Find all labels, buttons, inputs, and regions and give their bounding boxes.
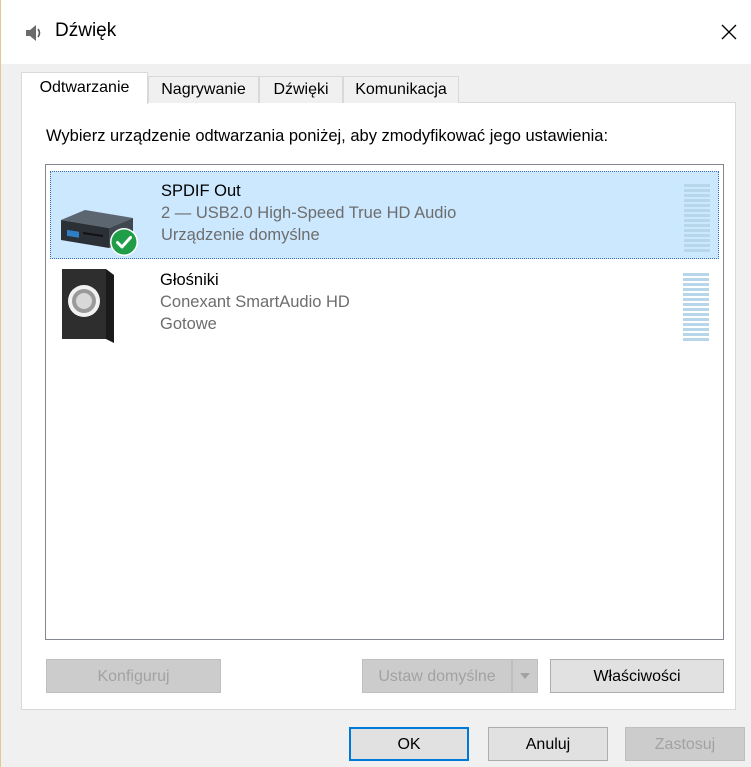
device-status: Gotowe bbox=[160, 315, 217, 333]
tab-communications[interactable]: Komunikacja bbox=[343, 76, 459, 103]
tab-recording[interactable]: Nagrywanie bbox=[148, 76, 259, 103]
volume-meter bbox=[683, 273, 709, 343]
device-name: Głośniki bbox=[160, 271, 219, 289]
apply-button[interactable]: Zastosuj bbox=[625, 727, 745, 761]
speakers-icon bbox=[58, 265, 140, 345]
device-name: SPDIF Out bbox=[161, 182, 241, 200]
device-description: 2 — USB2.0 High-Speed True HD Audio bbox=[161, 204, 457, 222]
speaker-icon bbox=[23, 22, 45, 44]
device-info: Głośniki Conexant SmartAudio HD Gotowe bbox=[160, 269, 350, 335]
window-title: Dźwięk bbox=[55, 20, 117, 41]
device-info: SPDIF Out 2 — USB2.0 High-Speed True HD … bbox=[161, 180, 456, 246]
cancel-button[interactable]: Anuluj bbox=[488, 727, 608, 761]
tab-playback[interactable]: Odtwarzanie bbox=[21, 72, 148, 104]
properties-button[interactable]: Właściwości bbox=[550, 659, 724, 693]
volume-meter bbox=[684, 184, 710, 254]
chevron-down-icon bbox=[520, 673, 530, 679]
instruction-text: Wybierz urządzenie odtwarzania poniżej, … bbox=[46, 127, 609, 145]
title-bar: Dźwięk bbox=[1, 0, 751, 64]
close-button[interactable] bbox=[706, 14, 751, 50]
sound-dialog: Dźwięk Odtwarzanie Nagrywanie Dźwięki Ko… bbox=[0, 0, 751, 767]
set-default-dropdown[interactable] bbox=[512, 659, 538, 693]
configure-button[interactable]: Konfiguruj bbox=[46, 659, 221, 693]
device-status: Urządzenie domyślne bbox=[161, 226, 320, 244]
device-description: Conexant SmartAudio HD bbox=[160, 293, 350, 311]
playback-device-list[interactable]: SPDIF Out 2 — USB2.0 High-Speed True HD … bbox=[45, 164, 724, 640]
default-check-icon bbox=[109, 227, 139, 257]
close-icon bbox=[721, 24, 737, 40]
tab-sounds[interactable]: Dźwięki bbox=[259, 76, 343, 103]
ok-button[interactable]: OK bbox=[349, 727, 469, 761]
device-item-speakers[interactable]: Głośniki Conexant SmartAudio HD Gotowe bbox=[50, 261, 719, 349]
device-item-spdif-out[interactable]: SPDIF Out 2 — USB2.0 High-Speed True HD … bbox=[50, 171, 719, 259]
set-default-button[interactable]: Ustaw domyślne bbox=[362, 659, 512, 693]
